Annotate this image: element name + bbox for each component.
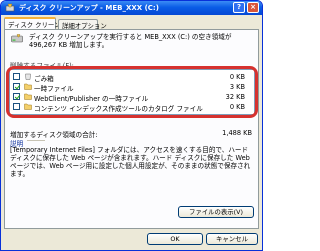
view-files-button[interactable]: ファイルの表示(V) xyxy=(178,206,254,218)
temp-files-checkbox[interactable] xyxy=(13,83,20,90)
title-bar[interactable]: ディスク クリーンアップ - MEB_XXX (C:) ? × xyxy=(1,1,262,15)
webclient-publisher-size: 32 KB xyxy=(225,93,245,101)
description-body: [Temporary Internet Files] フォルダには、アクセスを速… xyxy=(10,146,251,178)
list-item[interactable]: 一時ファイル 3 KB xyxy=(13,82,251,93)
webclient-publisher-checkbox[interactable] xyxy=(13,93,20,100)
disk-cleanup-window: ディスク クリーンアップ - MEB_XXX (C:) ? × ディスク クリー… xyxy=(0,0,263,251)
content-index-catalog-checkbox[interactable] xyxy=(13,103,20,110)
list-item[interactable]: コンテンツ インデックス作成ツールのカタログ ファイル 0 KB xyxy=(13,102,251,113)
close-button[interactable]: × xyxy=(247,2,259,13)
files-to-delete-list[interactable]: ごみ箱 0 KB 一時ファイル 3 KB WebClient/Publisher… xyxy=(9,69,255,115)
disk-cleanup-icon xyxy=(5,3,15,12)
space-description-line2: 496,267 KB 増加します。 xyxy=(29,41,109,49)
list-item[interactable]: ごみ箱 0 KB xyxy=(13,72,251,83)
ok-button[interactable]: OK xyxy=(147,233,203,245)
tab-disk-cleanup[interactable]: ディスク クリーンアップ xyxy=(4,17,80,29)
folder-icon xyxy=(24,93,32,100)
recycle-bin-icon xyxy=(25,73,31,80)
temp-files-size: 3 KB xyxy=(229,83,245,91)
help-button[interactable]: ? xyxy=(233,2,245,13)
list-item[interactable]: WebClient/Publisher の一時ファイル 32 KB xyxy=(13,92,251,103)
space-description-line1: ディスク クリーンアップを実行すると MEB_XXX (C:) の空き領域が xyxy=(29,33,232,41)
tab-more-options[interactable]: 詳細オプション xyxy=(58,19,107,30)
hard-drive-icon xyxy=(11,34,23,43)
question-icon: ? xyxy=(236,3,242,11)
folder-icon xyxy=(24,83,32,90)
space-description: ディスク クリーンアップを実行すると MEB_XXX (C:) の空き領域が 4… xyxy=(29,33,231,49)
total-space-value: 1,488 KB xyxy=(222,129,252,137)
content-index-catalog-label: コンテンツ インデックス作成ツールのカタログ ファイル xyxy=(34,105,203,113)
tab-panel: ディスク クリーンアップを実行すると MEB_XXX (C:) の空き領域が 4… xyxy=(4,29,259,229)
cancel-button[interactable]: キャンセル xyxy=(206,233,258,245)
window-title: ディスク クリーンアップ - MEB_XXX (C:) xyxy=(19,4,159,12)
close-icon: × xyxy=(250,3,256,11)
recycle-bin-size: 0 KB xyxy=(229,73,245,81)
description-divider xyxy=(27,140,45,141)
folder-icon xyxy=(24,103,32,110)
content-index-catalog-size: 0 KB xyxy=(229,103,245,111)
recycle-bin-checkbox[interactable] xyxy=(13,73,20,80)
